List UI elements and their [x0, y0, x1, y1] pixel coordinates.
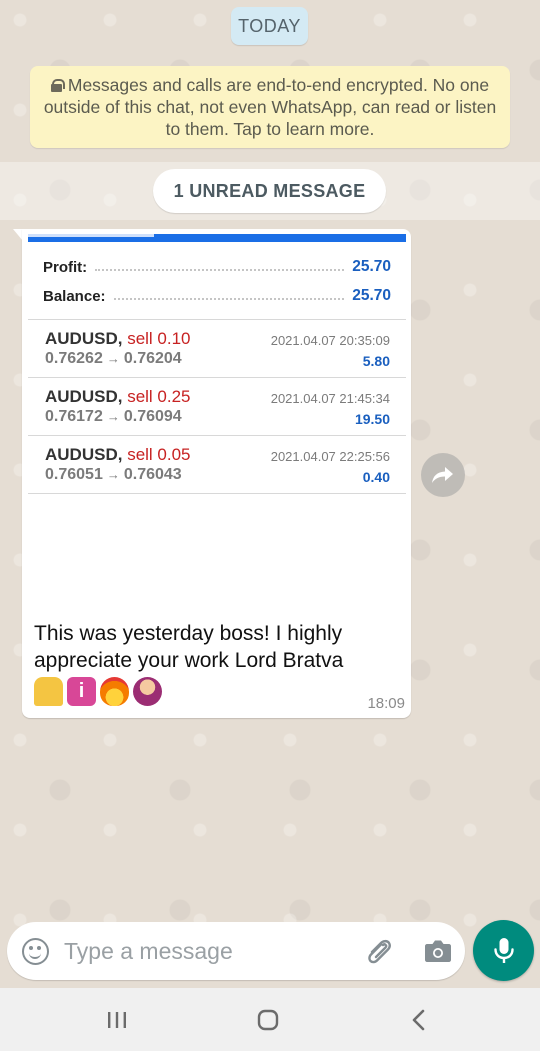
message-time: 18:09: [367, 695, 405, 712]
trade-side: sell 0.25: [127, 387, 191, 406]
balance-label: Balance:: [43, 287, 106, 305]
trade-row: AUDUSD, sell 0.05 0.76051 → 0.76043 2021.0…: [28, 436, 406, 493]
trade-prices: 0.76262 → 0.76204: [45, 350, 182, 368]
trade-screenshot-image[interactable]: Profit: 25.70 Balance: 25.70 AUDUSD, sel…: [28, 234, 406, 612]
date-divider: TODAY: [231, 7, 308, 45]
balance-row: Balance: 25.70: [43, 285, 391, 307]
encryption-notice-text: Messages and calls are end-to-end encryp…: [43, 75, 497, 139]
trade-profit: 5.80: [362, 353, 390, 369]
back-button[interactable]: [402, 1003, 436, 1037]
encryption-notice[interactable]: Messages and calls are end-to-end encryp…: [30, 66, 510, 148]
profit-value: 25.70: [352, 258, 391, 275]
message-input[interactable]: [64, 936, 344, 966]
trade-profit: 19.50: [354, 411, 390, 427]
forward-icon: [432, 467, 453, 483]
trade-open-price: 0.76051: [45, 466, 103, 483]
balance-value: 25.70: [352, 287, 391, 304]
paperclip-icon: [368, 939, 391, 964]
trade-close-price: 0.76204: [123, 350, 182, 367]
lock-icon: [50, 79, 65, 92]
attach-button[interactable]: [364, 936, 394, 966]
message-composer: [7, 922, 465, 980]
trade-row: AUDUSD, sell 0.10 0.76262 → 0.76204 2021.0…: [28, 320, 406, 377]
recent-apps-button[interactable]: [100, 1003, 134, 1037]
smiley-icon[interactable]: [22, 938, 49, 965]
forward-button[interactable]: [421, 453, 465, 497]
camera-button[interactable]: [424, 938, 452, 964]
arrow-icon: →: [106, 351, 120, 366]
trade-title: AUDUSD, sell 0.05: [45, 445, 191, 465]
unread-banner-label: 1 UNREAD MESSAGE: [173, 180, 366, 201]
profit-row: Profit: 25.70: [43, 256, 391, 278]
trade-time: 2021.04.07 22:25:56: [270, 449, 390, 464]
home-button[interactable]: [251, 1003, 285, 1037]
trade-title: AUDUSD, sell 0.25: [45, 387, 191, 407]
trade-symbol: AUDUSD,: [45, 329, 123, 348]
back-icon: [412, 1009, 425, 1031]
trade-open-price: 0.76262: [45, 350, 103, 367]
arrow-icon: →: [106, 409, 120, 424]
trade-symbol: AUDUSD,: [45, 445, 123, 464]
information-emoji: i: [67, 676, 96, 706]
microphone-icon: [493, 937, 514, 963]
unread-banner: 1 UNREAD MESSAGE: [153, 169, 386, 213]
home-icon: [257, 1009, 279, 1031]
arrow-icon: →: [106, 467, 120, 482]
trade-time: 2021.04.07 20:35:09: [270, 333, 390, 348]
emoji-row: i: [34, 675, 162, 707]
dotted-leader: [113, 298, 345, 300]
recent-apps-icon: [108, 1012, 126, 1028]
pray-emoji: [34, 676, 63, 706]
divider: [28, 493, 406, 494]
voice-message-button[interactable]: [473, 920, 534, 981]
system-navigation-bar: [0, 988, 540, 1051]
screenshot-top-bar: [28, 234, 406, 242]
trade-row: AUDUSD, sell 0.25 0.76172 → 0.76094 2021.0…: [28, 378, 406, 435]
message-text: This was yesterday boss! I highly apprec…: [34, 622, 344, 672]
trade-prices: 0.76172 → 0.76094: [45, 408, 182, 426]
trade-open-price: 0.76172: [45, 408, 103, 425]
message-bubble[interactable]: Profit: 25.70 Balance: 25.70 AUDUSD, sel…: [22, 229, 411, 718]
trade-time: 2021.04.07 21:45:34: [270, 391, 390, 406]
profit-label: Profit:: [43, 258, 88, 276]
trade-side: sell 0.05: [127, 445, 191, 464]
dotted-leader: [95, 269, 345, 271]
trade-close-price: 0.76043: [123, 466, 182, 483]
person-in-lotus-emoji: [133, 676, 162, 706]
trade-close-price: 0.76094: [123, 408, 182, 425]
trade-side: sell 0.10: [127, 329, 191, 348]
trade-profit: 0.40: [362, 469, 390, 485]
date-divider-label: TODAY: [238, 15, 301, 36]
camera-icon: [425, 940, 451, 962]
trade-prices: 0.76051 → 0.76043: [45, 466, 182, 484]
trade-title: AUDUSD, sell 0.10: [45, 329, 191, 349]
screenshot-top-bar-highlight: [28, 234, 154, 237]
fire-emoji: [100, 676, 129, 706]
trade-symbol: AUDUSD,: [45, 387, 123, 406]
